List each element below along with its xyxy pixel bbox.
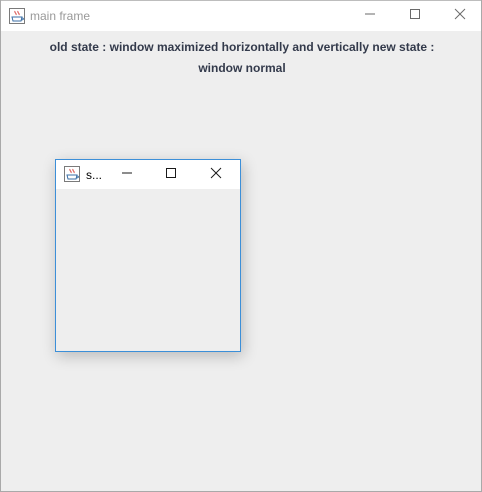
java-icon <box>9 8 25 24</box>
minimize-icon <box>364 7 376 25</box>
state-text-line-1: old state : window maximized horizontall… <box>49 40 435 54</box>
minimize-button[interactable] <box>347 1 393 31</box>
maximize-icon <box>165 166 177 184</box>
sub-frame-titlebar[interactable]: s... <box>56 160 240 189</box>
main-frame-titlebar[interactable]: main frame <box>1 0 481 31</box>
sub-window-title: s... <box>86 168 103 182</box>
maximize-icon <box>409 7 421 25</box>
close-icon <box>210 166 222 184</box>
state-text-line-2: window normal <box>198 61 286 75</box>
sub-close-button[interactable] <box>194 160 238 189</box>
maximize-button[interactable] <box>392 1 438 31</box>
main-frame-window: main frame old state : window maximized … <box>0 0 482 492</box>
sub-minimize-button[interactable] <box>105 160 149 189</box>
java-icon <box>64 166 80 182</box>
close-icon <box>454 7 466 25</box>
minimize-icon <box>121 166 133 184</box>
sub-maximize-button[interactable] <box>149 160 193 189</box>
close-button[interactable] <box>437 1 482 31</box>
window-state-label: old state : window maximized horizontall… <box>1 37 482 79</box>
window-title: main frame <box>30 9 91 23</box>
sub-frame-window[interactable]: s... <box>55 159 241 352</box>
